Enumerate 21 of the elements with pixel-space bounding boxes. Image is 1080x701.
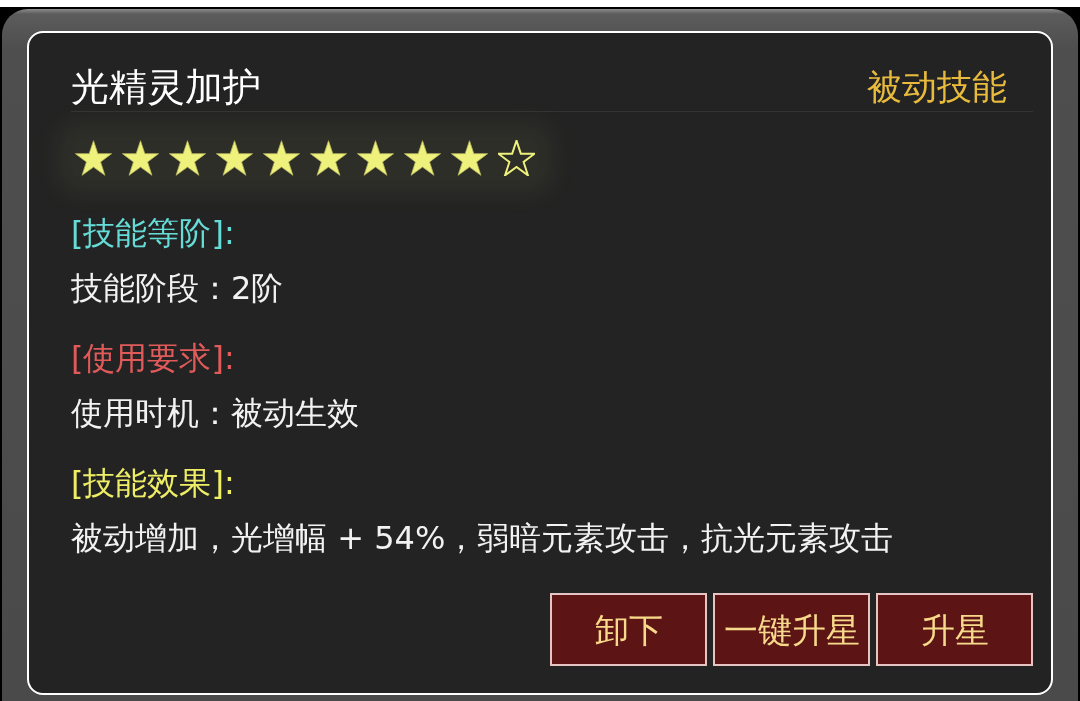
star-icon (216, 140, 253, 176)
action-button[interactable]: 卸下 (550, 593, 707, 666)
star-icon (310, 140, 347, 176)
section-text: 被动增加，光增幅 + 54%，弱暗元素攻击，抗光元素攻击 (71, 518, 894, 558)
star-icon (263, 140, 300, 176)
action-button[interactable]: 一键升星 (713, 593, 870, 666)
star-icon (451, 140, 488, 176)
section-heading: [技能等阶]: (71, 213, 235, 253)
action-button[interactable]: 升星 (876, 593, 1033, 666)
star-outline-icon (498, 140, 535, 176)
star-icon (357, 140, 394, 176)
section-text: 使用时机：被动生效 (71, 393, 359, 433)
skill-title: 光精灵加护 (71, 64, 261, 111)
star-icon (75, 140, 112, 176)
star-icon (404, 140, 441, 176)
section-text: 技能阶段：2阶 (71, 268, 284, 308)
section-heading: [使用要求]: (71, 338, 235, 378)
section-heading: [技能效果]: (71, 463, 235, 503)
star-icon (169, 140, 206, 176)
star-icon (122, 140, 159, 176)
skill-category: 被动技能 (867, 66, 1007, 109)
